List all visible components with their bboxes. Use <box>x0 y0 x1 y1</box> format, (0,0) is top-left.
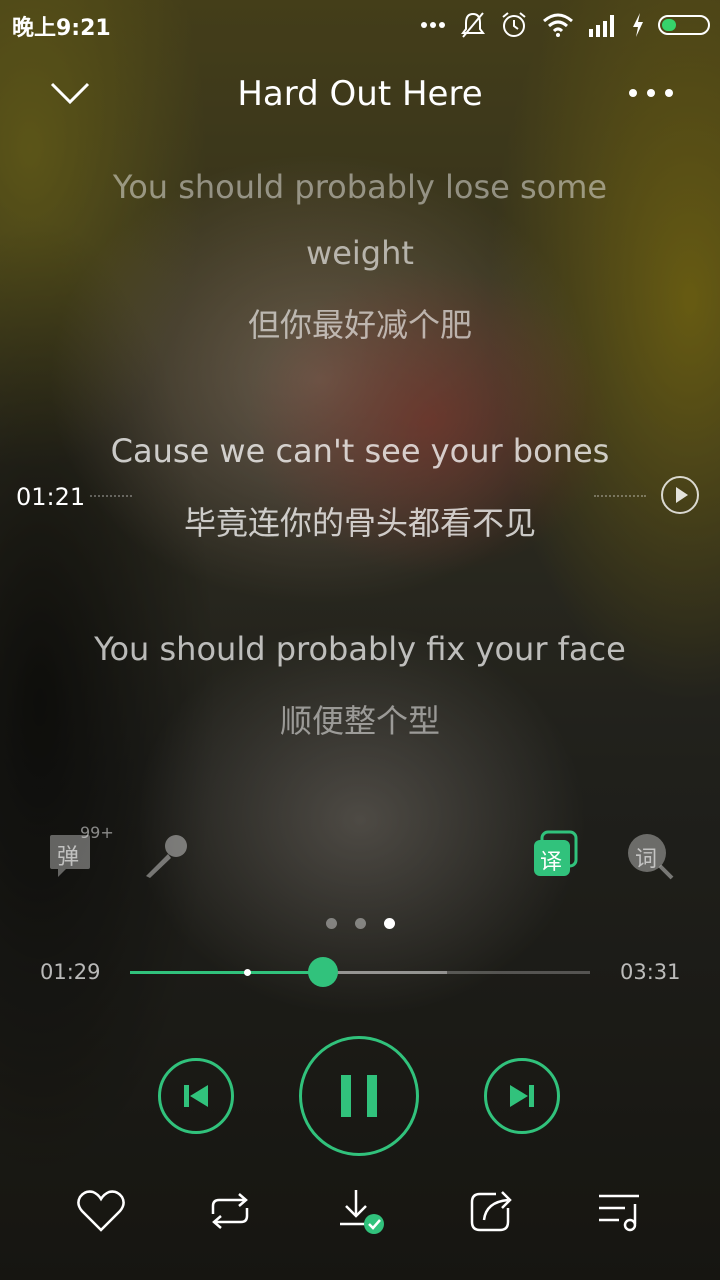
page-dot[interactable] <box>325 918 337 929</box>
signal-icon <box>589 15 614 37</box>
player-header: Hard Out Here <box>0 60 720 130</box>
play-from-line-icon[interactable] <box>660 475 700 515</box>
danmaku-label: 弹 <box>57 845 80 870</box>
song-title: Hard Out Here <box>237 74 483 114</box>
repeat-icon[interactable] <box>205 1186 255 1236</box>
lyric-seek-time: 01:21 <box>16 483 86 511</box>
translate-button[interactable]: 译 <box>532 830 580 878</box>
lyric-line: weight <box>306 234 414 272</box>
lyric-line-current: Cause we can't see your bones <box>110 432 610 470</box>
translate-label: 译 <box>540 850 563 875</box>
battery-icon <box>658 15 710 35</box>
wifi-icon <box>543 13 573 37</box>
pause-button[interactable] <box>299 1036 419 1156</box>
danmaku-count-badge: 99+ <box>80 823 114 842</box>
next-icon <box>510 1085 534 1107</box>
seek-guide-line <box>594 495 646 497</box>
next-button[interactable] <box>484 1058 560 1134</box>
previous-icon <box>184 1085 208 1107</box>
more-dots-icon <box>421 22 445 28</box>
lyric-line: You should probably lose some <box>112 168 608 206</box>
lyrics-search-label: 词 <box>635 847 658 872</box>
status-time: 晚上9:21 <box>12 16 111 41</box>
pause-icon <box>341 1075 377 1117</box>
current-time: 01:29 <box>40 960 101 984</box>
total-time: 03:31 <box>620 960 681 984</box>
lyric-translation-current: 毕竟连你的骨头都看不见 <box>183 504 536 542</box>
share-icon[interactable] <box>466 1186 516 1236</box>
microphone-icon[interactable] <box>140 830 192 882</box>
download-done-icon[interactable] <box>334 1186 384 1236</box>
heart-icon[interactable] <box>76 1186 126 1236</box>
playlist-icon[interactable] <box>595 1186 645 1236</box>
alarm-icon <box>502 12 526 37</box>
notifications-off-icon <box>461 12 485 38</box>
page-dot[interactable] <box>354 918 366 929</box>
progress-bar[interactable] <box>130 957 590 987</box>
lyric-line: You should probably fix your face <box>94 630 626 668</box>
lyric-translation: 但你最好减个肥 <box>247 306 472 344</box>
progress-thumb[interactable] <box>308 957 339 987</box>
more-icon[interactable] <box>626 78 676 108</box>
progress-played <box>130 971 324 974</box>
page-indicator <box>0 918 720 929</box>
lyrics-search-button[interactable]: 词 <box>626 832 674 880</box>
previous-button[interactable] <box>158 1058 234 1134</box>
status-bar: 晚上9:21 <box>0 0 720 50</box>
lyric-translation: 顺便整个型 <box>279 702 440 740</box>
seek-guide-line <box>90 495 132 497</box>
charging-icon <box>633 13 643 37</box>
page-dot[interactable] <box>383 918 395 929</box>
